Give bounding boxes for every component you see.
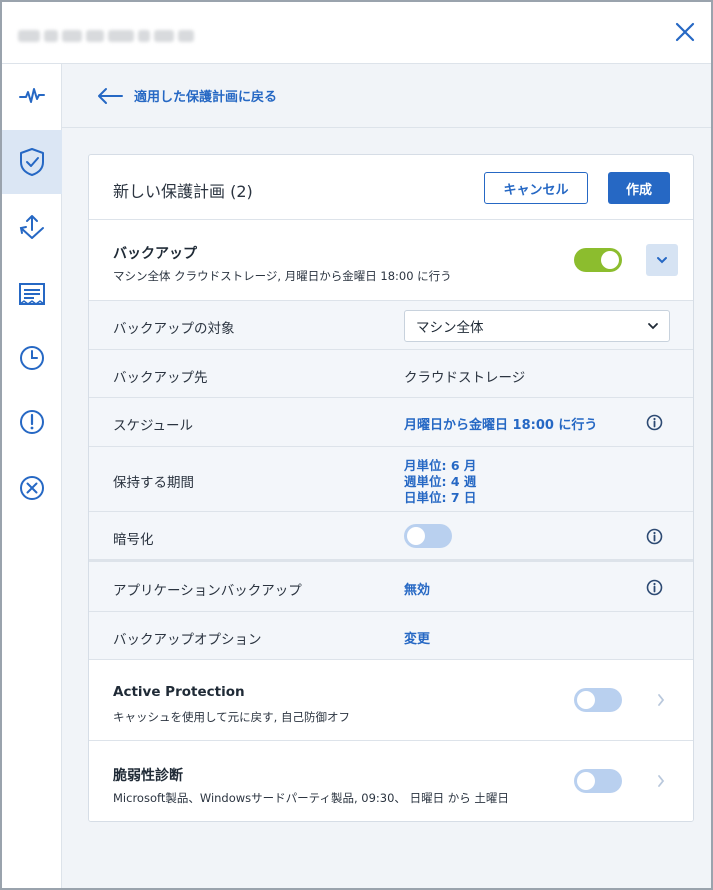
- activity-pulse-icon: [19, 88, 45, 103]
- plan-header: 新しい保護計画 (2) キャンセル 作成: [89, 155, 693, 220]
- alert-circle-icon: [20, 410, 44, 434]
- backup-options-label: バックアップオプション: [113, 632, 262, 648]
- info-icon[interactable]: [646, 414, 663, 431]
- backup-expand-button[interactable]: [646, 244, 678, 276]
- shield-check-icon: [20, 148, 44, 176]
- backup-destination-label: バックアップ先: [113, 370, 208, 386]
- backup-target-select[interactable]: マシン全体: [404, 310, 670, 342]
- backup-summary: マシン全体 クラウドストレージ, 月曜日から金曜日 18:00 に行う: [113, 269, 452, 283]
- backup-destination-value: クラウドストレージ: [404, 370, 526, 386]
- backup-title: バックアップ: [113, 246, 197, 262]
- encryption-label: 暗号化: [113, 532, 154, 548]
- schedule-link[interactable]: 月曜日から金曜日 18:00 に行う: [404, 414, 597, 433]
- nav-errors[interactable]: [2, 456, 62, 520]
- close-icon[interactable]: [673, 20, 697, 44]
- vulnerability-toggle[interactable]: [574, 769, 622, 793]
- blurred-window-title: [18, 28, 194, 44]
- nav-alerts[interactable]: [2, 390, 62, 454]
- protection-plan-panel: 新しい保護計画 (2) キャンセル 作成 バックアップ マシン全体 クラウドスト…: [88, 154, 694, 822]
- toggle-knob: [407, 527, 425, 545]
- back-bar: 適用した保護計画に戻る: [62, 64, 711, 128]
- nav-history[interactable]: [2, 326, 62, 390]
- vulnerability-section: 脆弱性診断 Microsoft製品、Windowsサードパーティ製品, 09:3…: [89, 741, 693, 821]
- recovery-arrows-icon: [19, 215, 44, 239]
- chevron-down-icon: [648, 323, 658, 330]
- active-protection-toggle[interactable]: [574, 688, 622, 712]
- nav-activity[interactable]: [2, 64, 62, 128]
- plan-title: 新しい保護計画 (2): [113, 182, 253, 201]
- vulnerability-summary: Microsoft製品、Windowsサードパーティ製品, 09:30、 日曜日…: [113, 791, 509, 805]
- left-nav-rail: [2, 64, 62, 888]
- arrow-left-icon: [98, 87, 123, 104]
- backup-target-label: バックアップの対象: [113, 321, 235, 337]
- toggle-knob: [577, 772, 595, 790]
- schedule-label: スケジュール: [113, 418, 194, 434]
- retention-label: 保持する期間: [113, 475, 194, 491]
- schedule-row: スケジュール 月曜日から金曜日 18:00 に行う: [89, 398, 693, 447]
- backup-target-value: マシン全体: [416, 320, 484, 336]
- toggle-knob: [577, 691, 595, 709]
- receipt-report-icon: [19, 283, 45, 305]
- chevron-down-icon: [657, 257, 667, 264]
- active-protection-title: Active Protection: [113, 684, 245, 700]
- backup-options-link[interactable]: 変更: [404, 628, 430, 647]
- backup-destination-row: バックアップ先 クラウドストレージ: [89, 350, 693, 398]
- back-link[interactable]: 適用した保護計画に戻る: [96, 86, 277, 105]
- retention-row: 保持する期間 月単位: 6 月 週単位: 4 週 日単位: 7 日: [89, 447, 693, 512]
- app-backup-link[interactable]: 無効: [404, 579, 430, 598]
- main-content: 適用した保護計画に戻る 新しい保護計画 (2) キャンセル 作成 バックアップ …: [62, 64, 711, 888]
- app-backup-row: アプリケーションバックアップ 無効: [89, 562, 693, 612]
- x-circle-icon: [20, 476, 44, 500]
- clock-history-icon: [20, 346, 44, 370]
- retention-daily[interactable]: 日単位: 7 日: [404, 487, 476, 506]
- info-icon[interactable]: [646, 528, 663, 545]
- chevron-right-icon[interactable]: [657, 774, 665, 788]
- vulnerability-title: 脆弱性診断: [113, 768, 183, 784]
- backup-toggle[interactable]: [574, 248, 622, 272]
- create-button[interactable]: 作成: [608, 172, 670, 204]
- active-protection-section: Active Protection キャッシュを使用して元に戻す, 自己防御オフ: [89, 660, 693, 741]
- cancel-button[interactable]: キャンセル: [484, 172, 588, 204]
- encryption-row: 暗号化: [89, 512, 693, 562]
- toggle-knob: [601, 251, 619, 269]
- info-icon[interactable]: [646, 579, 663, 596]
- nav-reports[interactable]: [2, 262, 62, 326]
- encryption-toggle[interactable]: [404, 524, 452, 548]
- backup-options-row: バックアップオプション 変更: [89, 612, 693, 660]
- back-link-label: 適用した保護計画に戻る: [134, 90, 278, 105]
- backup-section: バックアップ マシン全体 クラウドストレージ, 月曜日から金曜日 18:00 に…: [89, 220, 693, 301]
- backup-target-row: バックアップの対象 マシン全体: [89, 301, 693, 350]
- title-bar: [2, 2, 711, 64]
- nav-recovery[interactable]: [2, 196, 62, 260]
- nav-protection[interactable]: [2, 130, 62, 194]
- active-protection-summary: キャッシュを使用して元に戻す, 自己防御オフ: [113, 710, 350, 724]
- chevron-right-icon[interactable]: [657, 693, 665, 707]
- dialog-window: 適用した保護計画に戻る 新しい保護計画 (2) キャンセル 作成 バックアップ …: [0, 0, 713, 890]
- app-backup-label: アプリケーションバックアップ: [113, 583, 302, 599]
